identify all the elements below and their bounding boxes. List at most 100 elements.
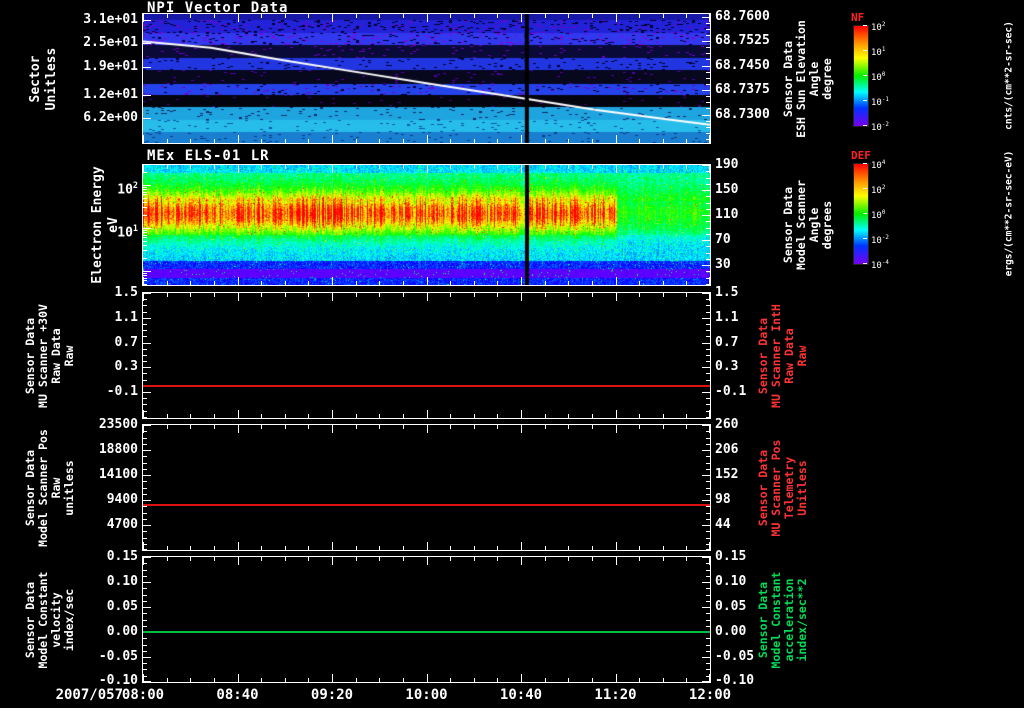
axis-tick-mark xyxy=(214,414,215,418)
axis-tick-mark xyxy=(143,189,147,190)
axis-tick-mark xyxy=(427,542,428,550)
axis-tick-mark xyxy=(403,425,404,429)
axis-tick-mark xyxy=(616,674,617,682)
axis-tick-mark xyxy=(616,293,617,301)
axis-tick-mark xyxy=(356,546,357,550)
axis-tick-mark xyxy=(238,542,239,550)
axis-tick-mark xyxy=(663,165,664,169)
axis-tick-mark xyxy=(663,414,664,418)
axis-tick-mark xyxy=(143,674,144,682)
axis-tick-mark xyxy=(706,29,710,30)
axis-tick-mark xyxy=(702,66,710,67)
axis-tick-mark xyxy=(356,414,357,418)
axis-tick-mark xyxy=(143,438,147,439)
axis-tick-mark xyxy=(706,645,710,646)
axis-tick-mark xyxy=(143,645,147,646)
axis-tick-mark xyxy=(143,192,147,193)
axis-tick-mark xyxy=(143,444,147,445)
axis-tick-mark xyxy=(190,14,191,18)
panel-npi-left-axis-label-line: Sector xyxy=(28,55,43,102)
axis-tick-mark xyxy=(706,651,710,652)
axis-tick-mark xyxy=(379,557,380,561)
colorbar-tick-label: 102 xyxy=(871,22,886,33)
axis-tick-mark xyxy=(379,546,380,550)
axis-tick-mark xyxy=(709,165,710,173)
axis-tick-mark xyxy=(356,557,357,561)
axis-tick-mark xyxy=(143,557,144,565)
axis-tick-mark xyxy=(143,277,144,285)
axis-tick-mark xyxy=(379,678,380,682)
axis-tick-mark xyxy=(356,139,357,143)
axis-tick-mark xyxy=(545,293,546,297)
axis-tick-mark xyxy=(706,438,710,439)
axis-tick-mark xyxy=(686,165,687,169)
axis-tick-mark xyxy=(863,25,867,26)
axis-tick-mark xyxy=(427,14,428,22)
axis-tick-mark xyxy=(450,546,451,550)
axis-tick-mark xyxy=(702,265,710,266)
axis-tick-mark xyxy=(592,293,593,297)
axis-tick-mark xyxy=(403,546,404,550)
axis-tick-mark xyxy=(379,14,380,18)
axis-tick-mark xyxy=(427,674,428,682)
model-scanner-pos-data-line xyxy=(143,504,710,506)
axis-tick-mark xyxy=(706,221,710,222)
axis-tick-mark xyxy=(706,312,710,313)
axis-tick-mark xyxy=(403,281,404,285)
axis-tick-mark xyxy=(285,425,286,429)
axis-tick-mark xyxy=(568,678,569,682)
panel-mu-scanner-30v-right-axis-label-line: Raw xyxy=(795,345,809,366)
axis-tick-mark xyxy=(639,165,640,169)
axis-tick-mark xyxy=(568,557,569,561)
colorbar-tick-label: 101 xyxy=(871,47,886,58)
axis-tick-mark xyxy=(616,277,617,285)
axis-tick-mark xyxy=(143,557,151,558)
axis-tick-mark xyxy=(143,305,147,306)
axis-tick-mark xyxy=(308,557,309,561)
axis-tick-mark xyxy=(521,165,522,173)
axis-tick-mark xyxy=(167,414,168,418)
axis-tick-mark xyxy=(706,488,710,489)
plot-window: NPI Vector Data MEx ELS-01 LR NF DEF 200… xyxy=(0,0,1024,708)
axis-tick-mark xyxy=(450,293,451,297)
panel-mu-scanner-30v-left-axis-label: Sensor Data MU Scanner +30V Raw Data Raw xyxy=(23,281,76,431)
axis-tick-mark xyxy=(143,228,151,229)
nf-colorbar-title: NF xyxy=(851,11,865,24)
axis-tick-mark xyxy=(308,414,309,418)
axis-tick-mark xyxy=(143,582,151,583)
axis-tick-mark xyxy=(616,165,617,173)
axis-tick-mark xyxy=(639,425,640,429)
axis-tick-mark xyxy=(702,190,710,191)
axis-tick-mark xyxy=(167,425,168,429)
axis-tick-mark xyxy=(616,557,617,565)
axis-tick-mark xyxy=(592,139,593,143)
axis-tick-mark xyxy=(308,139,309,143)
axis-tick-mark xyxy=(285,678,286,682)
els-spectrogram-canvas xyxy=(143,165,710,285)
axis-tick-mark xyxy=(568,425,569,429)
axis-tick-mark xyxy=(474,546,475,550)
axis-tick-mark xyxy=(143,626,147,627)
axis-tick-mark xyxy=(143,425,144,433)
axis-tick-mark xyxy=(545,281,546,285)
axis-tick-mark xyxy=(706,380,710,381)
axis-tick-mark xyxy=(143,336,147,337)
axis-tick-mark xyxy=(238,293,239,301)
axis-tick-mark xyxy=(639,678,640,682)
axis-tick-mark xyxy=(143,506,147,507)
x-tick-label: 10:40 xyxy=(499,687,543,703)
axis-tick-mark xyxy=(663,678,664,682)
axis-tick-mark xyxy=(706,595,710,596)
axis-tick-mark xyxy=(143,330,147,331)
axis-tick-mark xyxy=(663,546,664,550)
axis-tick-mark xyxy=(706,349,710,350)
axis-tick-mark xyxy=(863,213,867,214)
axis-tick-mark xyxy=(427,165,428,173)
axis-tick-mark xyxy=(568,281,569,285)
axis-tick-mark xyxy=(427,135,428,143)
axis-tick-mark xyxy=(143,481,147,482)
axis-tick-mark xyxy=(497,14,498,18)
axis-tick-mark xyxy=(706,469,710,470)
model-scanner-pos-panel xyxy=(142,424,711,551)
axis-tick-mark xyxy=(143,187,147,188)
